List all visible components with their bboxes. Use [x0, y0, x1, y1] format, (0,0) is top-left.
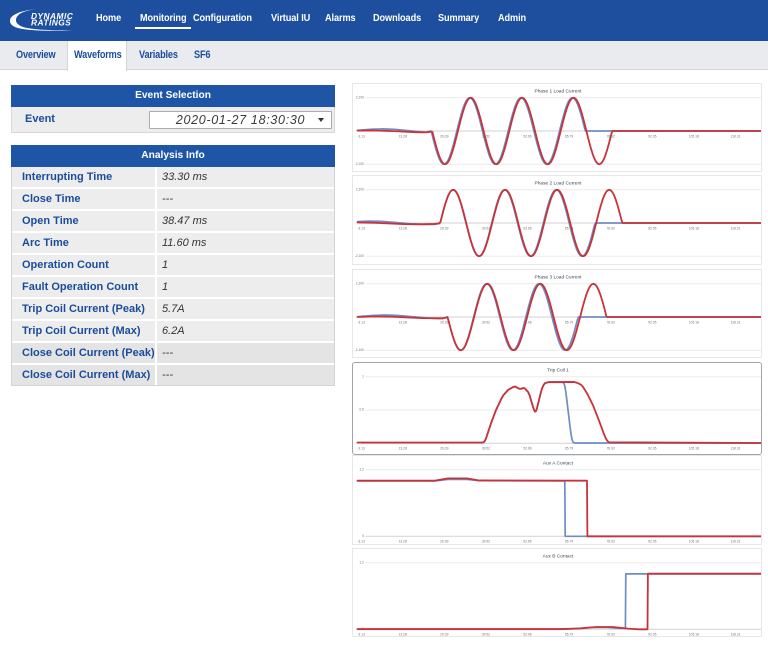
svg-text:26.39: 26.39	[440, 226, 448, 230]
svg-text:0.5: 0.5	[359, 407, 364, 411]
svg-text:92.05: 92.05	[648, 320, 656, 324]
svg-text:118.31: 118.31	[731, 539, 741, 543]
svg-text:Aux A Contact: Aux A Contact	[543, 460, 574, 466]
svg-text:13.28: 13.28	[399, 320, 407, 324]
svg-text:52.66: 52.66	[523, 539, 531, 543]
svg-text:13.28: 13.28	[399, 446, 407, 450]
svg-text:78.92: 78.92	[607, 320, 615, 324]
svg-text:39.52: 39.52	[482, 632, 490, 636]
svg-text:-3.13: -3.13	[357, 632, 365, 636]
svg-text:78.92: 78.92	[607, 539, 615, 543]
svg-text:52.66: 52.66	[523, 632, 531, 636]
svg-text:65.79: 65.79	[565, 134, 573, 138]
svg-text:2,100: 2,100	[356, 281, 364, 285]
svg-text:65.79: 65.79	[565, 539, 573, 543]
svg-text:26.39: 26.39	[440, 446, 448, 450]
svg-text:Trip Coil 1: Trip Coil 1	[547, 367, 569, 373]
svg-text:-3.13: -3.13	[357, 134, 365, 138]
svg-text:1: 1	[362, 374, 364, 378]
svg-text:52.66: 52.66	[523, 226, 531, 230]
svg-text:13.28: 13.28	[399, 226, 407, 230]
svg-text:Aux B Contact: Aux B Contact	[543, 553, 574, 559]
svg-text:52.66: 52.66	[523, 134, 531, 138]
svg-text:92.05: 92.05	[648, 632, 656, 636]
svg-text:-2,100: -2,100	[355, 347, 365, 351]
svg-text:39.52: 39.52	[482, 539, 490, 543]
svg-text:-3.13: -3.13	[357, 226, 365, 230]
svg-text:0: 0	[362, 533, 364, 537]
svg-text:118.31: 118.31	[731, 446, 741, 450]
svg-text:65.79: 65.79	[565, 632, 573, 636]
svg-text:-3.13: -3.13	[357, 539, 365, 543]
svg-text:118.31: 118.31	[731, 134, 741, 138]
svg-text:26.39: 26.39	[440, 134, 448, 138]
svg-text:105.18: 105.18	[689, 134, 699, 138]
svg-text:92.05: 92.05	[648, 226, 656, 230]
svg-text:78.92: 78.92	[607, 226, 615, 230]
svg-text:Phase 3 Load Current: Phase 3 Load Current	[535, 274, 583, 280]
svg-text:78.92: 78.92	[607, 446, 615, 450]
svg-text:105.18: 105.18	[689, 632, 699, 636]
svg-text:105.18: 105.18	[689, 446, 699, 450]
svg-text:26.39: 26.39	[440, 320, 448, 324]
svg-text:RATINGS: RATINGS	[31, 18, 71, 28]
svg-text:92.05: 92.05	[648, 539, 656, 543]
svg-text:105.18: 105.18	[689, 320, 699, 324]
svg-text:118.31: 118.31	[731, 320, 741, 324]
svg-text:13.28: 13.28	[399, 539, 407, 543]
svg-text:2,100: 2,100	[356, 95, 364, 99]
svg-text:-2,100: -2,100	[355, 161, 365, 165]
svg-text:-2,100: -2,100	[355, 254, 365, 258]
svg-text:118.31: 118.31	[731, 632, 741, 636]
svg-text:13.28: 13.28	[399, 134, 407, 138]
svg-text:-3.13: -3.13	[357, 446, 365, 450]
svg-text:26.39: 26.39	[440, 539, 448, 543]
svg-text:105.18: 105.18	[689, 539, 699, 543]
svg-text:118.31: 118.31	[731, 226, 741, 230]
svg-text:2,100: 2,100	[356, 187, 364, 191]
svg-text:Phase 1 Load Current: Phase 1 Load Current	[535, 88, 583, 94]
svg-text:39.52: 39.52	[482, 446, 490, 450]
svg-text:92.05: 92.05	[648, 134, 656, 138]
svg-text:105.18: 105.18	[689, 226, 699, 230]
svg-text:92.05: 92.05	[648, 446, 656, 450]
svg-text:78.92: 78.92	[607, 632, 615, 636]
svg-text:1.2: 1.2	[359, 467, 364, 471]
svg-text:39.52: 39.52	[482, 226, 490, 230]
svg-text:26.39: 26.39	[440, 632, 448, 636]
svg-text:13.28: 13.28	[399, 632, 407, 636]
svg-text:65.79: 65.79	[565, 446, 573, 450]
svg-text:-3.13: -3.13	[357, 320, 365, 324]
svg-text:39.52: 39.52	[482, 320, 490, 324]
svg-text:Phase 2 Load Current: Phase 2 Load Current	[535, 181, 583, 187]
svg-text:65.79: 65.79	[565, 320, 573, 324]
svg-text:52.66: 52.66	[523, 446, 531, 450]
svg-text:1.2: 1.2	[359, 560, 364, 564]
